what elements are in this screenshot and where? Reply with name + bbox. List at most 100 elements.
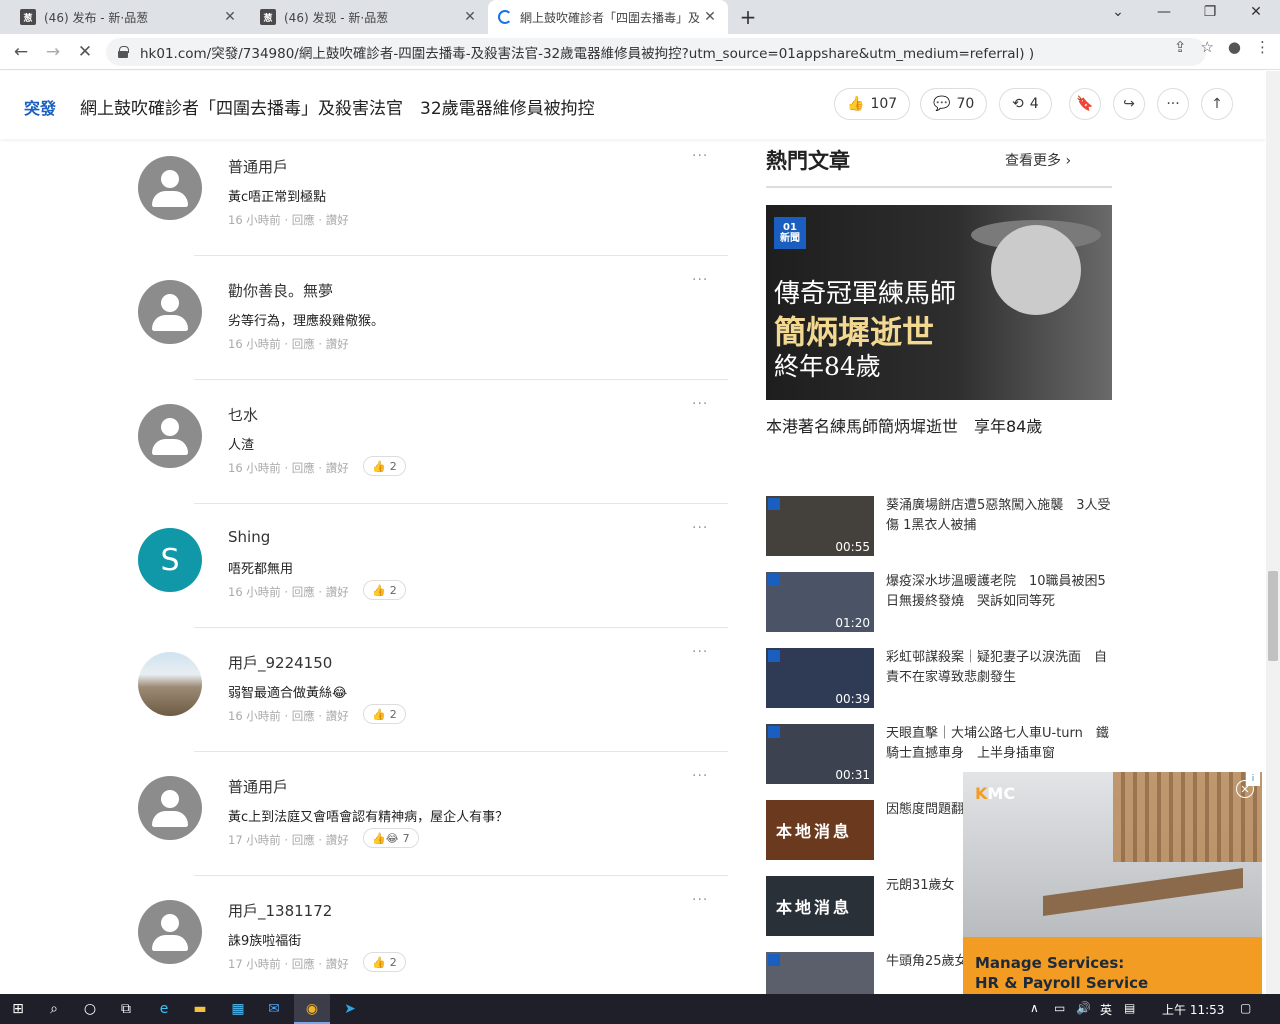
cortana-icon[interactable]: ○ (80, 999, 100, 1019)
comment-meta[interactable]: 16 小時前 · 回應 · 讚好 (228, 460, 349, 476)
comment-author[interactable]: 用戶_9224150 (228, 652, 332, 673)
share-button[interactable]: ⟲ 4 (999, 88, 1052, 120)
more-options-button[interactable]: ··· (1157, 88, 1189, 120)
avatar[interactable]: S (138, 528, 202, 592)
see-more-link[interactable]: 查看更多 › (1005, 150, 1071, 170)
input-method-indicator[interactable]: 英 (1100, 1001, 1112, 1018)
news-title[interactable]: 葵涌廣場餅店遭5惡煞闖入施襲 3人受傷 1黑衣人被捕 (886, 496, 1112, 536)
comment-author[interactable]: 用戶_1381172 (228, 900, 332, 921)
comment-like-badge[interactable]: 👍 2 (363, 456, 406, 476)
comment-more-icon[interactable]: ··· (692, 520, 708, 536)
back-to-top-button[interactable]: ↑ (1201, 88, 1233, 120)
news-thumbnail[interactable] (766, 952, 874, 994)
chrome-icon[interactable]: ◉ (302, 999, 322, 1019)
comment-like-badge[interactable]: 👍 2 (363, 704, 406, 724)
minimize-icon[interactable]: — (1154, 4, 1174, 20)
comment-more-icon[interactable]: ··· (692, 148, 708, 164)
news-thumbnail[interactable]: 本地消息 (766, 876, 874, 936)
profile-icon[interactable]: ● (1228, 38, 1241, 56)
network-icon[interactable]: ▭ (1054, 1001, 1065, 1015)
avatar[interactable] (138, 776, 202, 840)
share-icon[interactable]: ⇪ (1174, 38, 1187, 56)
edge-browser-icon[interactable]: e (154, 999, 174, 1019)
back-icon[interactable]: ← (10, 41, 32, 63)
close-tab-icon[interactable]: ✕ (462, 9, 478, 25)
avatar[interactable] (138, 156, 202, 220)
lock-icon[interactable] (118, 46, 129, 58)
comment-more-icon[interactable]: ··· (692, 768, 708, 784)
comment-author[interactable]: Shing (228, 528, 270, 546)
comment-meta[interactable]: 16 小時前 · 回應 · 讚好 (228, 212, 349, 228)
news-item[interactable]: 00:39 彩虹邨謀殺案｜疑犯妻子以淚洗面 自責不在家導致悲劇發生 (766, 648, 1112, 710)
comment-more-icon[interactable]: ··· (692, 272, 708, 288)
comment-author[interactable]: 普通用戶 (228, 156, 288, 177)
comment-like-badge[interactable]: 👍 2 (363, 952, 406, 972)
news-title[interactable]: 彩虹邨謀殺案｜疑犯妻子以淚洗面 自責不在家導致悲劇發生 (886, 648, 1112, 688)
search-icon[interactable]: ⌕ (44, 999, 64, 1019)
menu-icon[interactable]: ⋮ (1255, 38, 1270, 56)
file-explorer-icon[interactable]: ▬ (190, 999, 210, 1019)
news-thumbnail[interactable]: 01:20 (766, 572, 874, 632)
comment-more-icon[interactable]: ··· (692, 644, 708, 660)
advertisement[interactable]: KMC Manage Services: HR & Payroll Servic… (963, 772, 1262, 994)
news-thumbnail[interactable]: 00:39 (766, 648, 874, 708)
comment-meta[interactable]: 16 小時前 · 回應 · 讚好 (228, 708, 349, 724)
comment-meta[interactable]: 16 小時前 · 回應 · 讚好 (228, 584, 349, 600)
comment-meta[interactable]: 16 小時前 · 回應 · 讚好 (228, 336, 349, 352)
browser-tab-2[interactable]: 葱 (46) 发现 - 新·品葱 ✕ (250, 0, 488, 34)
window-close-icon[interactable]: ✕ (1246, 4, 1266, 20)
comment-more-icon[interactable]: ··· (692, 892, 708, 908)
avatar[interactable] (138, 280, 202, 344)
featured-article-title[interactable]: 本港著名練馬師簡炳墀逝世 享年84歲 (766, 413, 1042, 437)
comment-author[interactable]: 勸你善良。無夢 (228, 280, 333, 301)
comment-meta[interactable]: 17 小時前 · 回應 · 讚好 (228, 956, 349, 972)
address-bar[interactable]: hk01.com/突發/734980/網上鼓吹確診者-四圍去播毒-及殺害法官-3… (106, 38, 1206, 66)
page-scrollbar[interactable] (1266, 71, 1280, 994)
clock[interactable]: 上午 11:53 (1162, 1001, 1224, 1018)
stop-loading-icon[interactable]: ✕ (74, 41, 96, 63)
browser-tab-active[interactable]: 網上鼓吹確診者「四圍去播毒」及 ✕ (488, 0, 728, 34)
avatar[interactable] (138, 652, 202, 716)
news-title[interactable]: 天眼直擊｜大埔公路七人車U-turn 鐵騎士直撼車身 上半身插車窗 (886, 724, 1112, 764)
scrollbar-thumb[interactable] (1268, 571, 1278, 661)
news-thumbnail[interactable]: 00:55 (766, 496, 874, 556)
notifications-icon[interactable]: ▢ (1240, 1001, 1251, 1015)
news-thumbnail[interactable]: 本地消息 (766, 800, 874, 860)
task-view-icon[interactable]: ⧉ (116, 999, 136, 1019)
featured-article-image[interactable]: 01 新聞 傳奇冠軍練馬師 簡炳墀逝世 終年84歲 (766, 205, 1112, 400)
volume-icon[interactable]: 🔊 (1076, 1001, 1091, 1015)
comment-meta[interactable]: 17 小時前 · 回應 · 讚好 (228, 832, 349, 848)
language-bar-icon[interactable]: ▤ (1124, 1001, 1135, 1015)
close-tab-icon[interactable]: ✕ (702, 9, 718, 25)
new-tab-icon[interactable]: + (738, 5, 758, 29)
comment-like-badge[interactable]: 👍😂 7 (363, 828, 419, 848)
comment-author[interactable]: 普通用戶 (228, 776, 288, 797)
telegram-icon[interactable]: ➤ (340, 999, 360, 1019)
store-icon[interactable]: ▦ (228, 999, 248, 1019)
browser-tab-1[interactable]: 葱 (46) 发布 - 新·品葱 ✕ (10, 0, 248, 34)
bookmark-star-icon[interactable]: ☆ (1200, 38, 1213, 56)
windows-start-icon[interactable]: ⊞ (8, 999, 28, 1019)
avatar[interactable] (138, 404, 202, 468)
category-link[interactable]: 突發 (24, 95, 56, 119)
close-tab-icon[interactable]: ✕ (222, 9, 238, 25)
bookmark-button[interactable]: 🔖 (1069, 88, 1101, 120)
news-title[interactable]: 爆疫深水埗溫暖護老院 10職員被困5日無援終發燒 哭訴如同等死 (886, 572, 1112, 612)
mail-icon[interactable]: ✉ (264, 999, 284, 1019)
ad-info-icon[interactable]: i (1246, 772, 1260, 786)
tray-chevron-up-icon[interactable]: ∧ (1030, 1001, 1039, 1015)
news-item[interactable]: 00:55 葵涌廣場餅店遭5惡煞闖入施襲 3人受傷 1黑衣人被捕 (766, 496, 1112, 558)
news-thumbnail[interactable]: 00:31 (766, 724, 874, 784)
comment-more-icon[interactable]: ··· (692, 396, 708, 412)
like-button[interactable]: 👍 107 (834, 88, 911, 120)
comment-author[interactable]: 乜水 (228, 404, 258, 425)
restore-icon[interactable]: ❐ (1200, 4, 1220, 20)
comment-button[interactable]: 💬 70 (920, 88, 988, 120)
news-item[interactable]: 01:20 爆疫深水埗溫暖護老院 10職員被困5日無援終發燒 哭訴如同等死 (766, 572, 1112, 634)
forward-share-button[interactable]: ↪ (1113, 88, 1145, 120)
avatar[interactable] (138, 900, 202, 964)
forward-icon[interactable]: → (42, 41, 64, 63)
tab-search-icon[interactable]: ⌄ (1108, 4, 1128, 20)
url-text[interactable]: hk01.com/突發/734980/網上鼓吹確診者-四圍去播毒-及殺害法官-3… (140, 42, 1206, 62)
comment-like-badge[interactable]: 👍 2 (363, 580, 406, 600)
